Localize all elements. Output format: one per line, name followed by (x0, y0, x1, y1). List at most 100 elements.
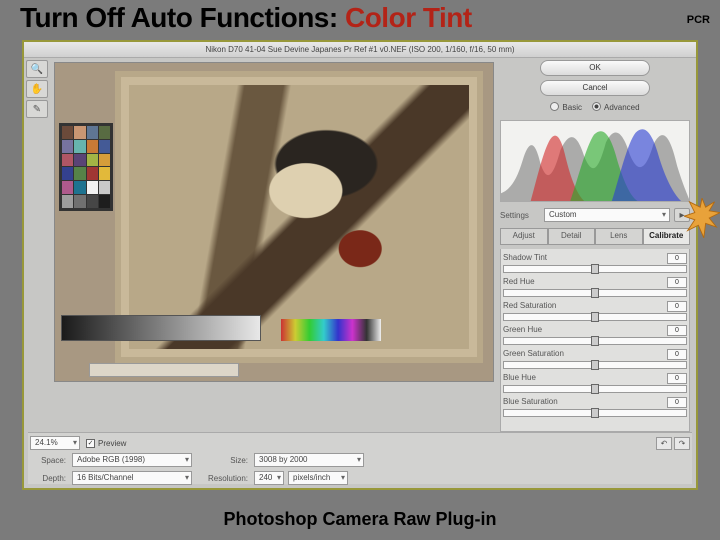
color-swatch (62, 140, 73, 153)
settings-row: Settings Custom ▸ (500, 208, 690, 222)
checkbox-icon: ✓ (86, 439, 95, 448)
image-preview (54, 62, 494, 382)
color-swatch (62, 195, 73, 208)
advanced-radio[interactable]: Advanced (592, 102, 640, 112)
window-titlebar: Nikon D70 41-04 Sue Devine Japanes Pr Re… (24, 42, 696, 58)
color-swatch (87, 154, 98, 167)
slider-red-hue: Red Hue 0 (503, 277, 687, 297)
rotate-buttons: ↶ ↷ (656, 437, 690, 450)
color-swatch (62, 154, 73, 167)
color-swatch (87, 167, 98, 180)
color-swatch (87, 140, 98, 153)
slider-red-saturation: Red Saturation 0 (503, 301, 687, 321)
hand-tool-icon[interactable]: ✋ (26, 80, 48, 98)
color-swatch (74, 195, 85, 208)
ok-button[interactable]: OK (540, 60, 650, 76)
slider-thumb-icon[interactable] (591, 360, 599, 370)
histogram (500, 120, 690, 202)
color-swatch (62, 181, 73, 194)
cancel-button[interactable]: Cancel (540, 80, 650, 96)
resolution-unit-dropdown[interactable]: pixels/inch (288, 471, 348, 485)
depth-dropdown[interactable]: 16 Bits/Channel (72, 471, 192, 485)
slider-value[interactable]: 0 (667, 373, 687, 384)
bottom-bar: 24.1% ✓ Preview ↶ ↷ Space: Adobe RGB (19… (28, 432, 692, 484)
color-swatch (74, 154, 85, 167)
color-swatch (62, 126, 73, 139)
tool-column: 🔍 ✋ ✎ (26, 60, 50, 118)
slider-track[interactable] (503, 385, 687, 393)
slider-track[interactable] (503, 265, 687, 273)
rotate-ccw-icon[interactable]: ↶ (656, 437, 672, 450)
tab-calibrate[interactable]: Calibrate (643, 228, 691, 244)
slider-thumb-icon[interactable] (591, 288, 599, 298)
tab-adjust[interactable]: Adjust (500, 228, 548, 244)
mode-radio-row: Basic Advanced (500, 102, 690, 112)
depth-label: Depth: (30, 474, 66, 483)
basic-radio[interactable]: Basic (550, 102, 582, 112)
slider-track[interactable] (503, 337, 687, 345)
slider-label: Red Saturation (503, 301, 556, 312)
rotate-cw-icon[interactable]: ↷ (674, 437, 690, 450)
size-label: Size: (198, 456, 248, 465)
camera-raw-window: Nikon D70 41-04 Sue Devine Japanes Pr Re… (22, 40, 698, 490)
zoom-dropdown[interactable]: 24.1% (30, 436, 80, 450)
tab-row: Adjust Detail Lens Calibrate (500, 228, 690, 245)
right-panel: OK Cancel Basic Advanced Settings Custom… (500, 60, 690, 432)
settings-dropdown[interactable]: Custom (544, 208, 670, 222)
slider-label: Blue Hue (503, 373, 536, 384)
space-label: Space: (30, 456, 66, 465)
slider-value[interactable]: 0 (667, 277, 687, 288)
color-swatch (74, 140, 85, 153)
slider-track[interactable] (503, 361, 687, 369)
color-swatch (87, 126, 98, 139)
slide-footer: Photoshop Camera Raw Plug-in (0, 509, 720, 530)
slider-label: Green Saturation (503, 349, 564, 360)
slider-label: Shadow Tint (503, 253, 547, 264)
slider-label: Red Hue (503, 277, 535, 288)
slider-value[interactable]: 0 (667, 349, 687, 360)
resolution-input[interactable]: 240 (254, 471, 284, 485)
slider-thumb-icon[interactable] (591, 336, 599, 346)
color-swatch (99, 140, 110, 153)
slide-title-accent: Color Tint (345, 2, 472, 33)
artwork-graphic (129, 85, 469, 349)
slider-value[interactable]: 0 (667, 301, 687, 312)
slider-shadow-tint: Shadow Tint 0 (503, 253, 687, 273)
slider-track[interactable] (503, 313, 687, 321)
color-swatch (74, 167, 85, 180)
color-patch-strip (281, 319, 381, 341)
slider-blue-hue: Blue Hue 0 (503, 373, 687, 393)
color-swatch (99, 167, 110, 180)
preview-checkbox-label: Preview (98, 439, 126, 448)
tab-lens[interactable]: Lens (595, 228, 643, 244)
zoom-tool-icon[interactable]: 🔍 (26, 60, 48, 78)
slider-thumb-icon[interactable] (591, 264, 599, 274)
settings-menu-icon[interactable]: ▸ (674, 208, 690, 222)
slider-thumb-icon[interactable] (591, 312, 599, 322)
settings-label: Settings (500, 211, 540, 220)
color-swatch (74, 181, 85, 194)
slider-value[interactable]: 0 (667, 253, 687, 264)
eyedropper-tool-icon[interactable]: ✎ (26, 100, 48, 118)
slider-label: Blue Saturation (503, 397, 558, 408)
color-swatch (87, 195, 98, 208)
color-swatch (99, 154, 110, 167)
slider-thumb-icon[interactable] (591, 384, 599, 394)
slider-green-saturation: Green Saturation 0 (503, 349, 687, 369)
print-inner (129, 85, 469, 349)
preview-checkbox[interactable]: ✓ Preview (86, 439, 126, 448)
calibrate-sliders: Shadow Tint0Red Hue0Red Saturation0Green… (500, 249, 690, 432)
slider-blue-saturation: Blue Saturation 0 (503, 397, 687, 417)
slider-track[interactable] (503, 289, 687, 297)
grayscale-target (61, 315, 261, 341)
size-dropdown[interactable]: 3008 by 2000 (254, 453, 364, 467)
space-dropdown[interactable]: Adobe RGB (1998) (72, 453, 192, 467)
corner-badge: PCR (687, 14, 710, 26)
slider-track[interactable] (503, 409, 687, 417)
slider-value[interactable]: 0 (667, 397, 687, 408)
label-card (89, 363, 239, 377)
tab-detail[interactable]: Detail (548, 228, 596, 244)
slider-thumb-icon[interactable] (591, 408, 599, 418)
slider-value[interactable]: 0 (667, 325, 687, 336)
color-swatch (99, 181, 110, 194)
